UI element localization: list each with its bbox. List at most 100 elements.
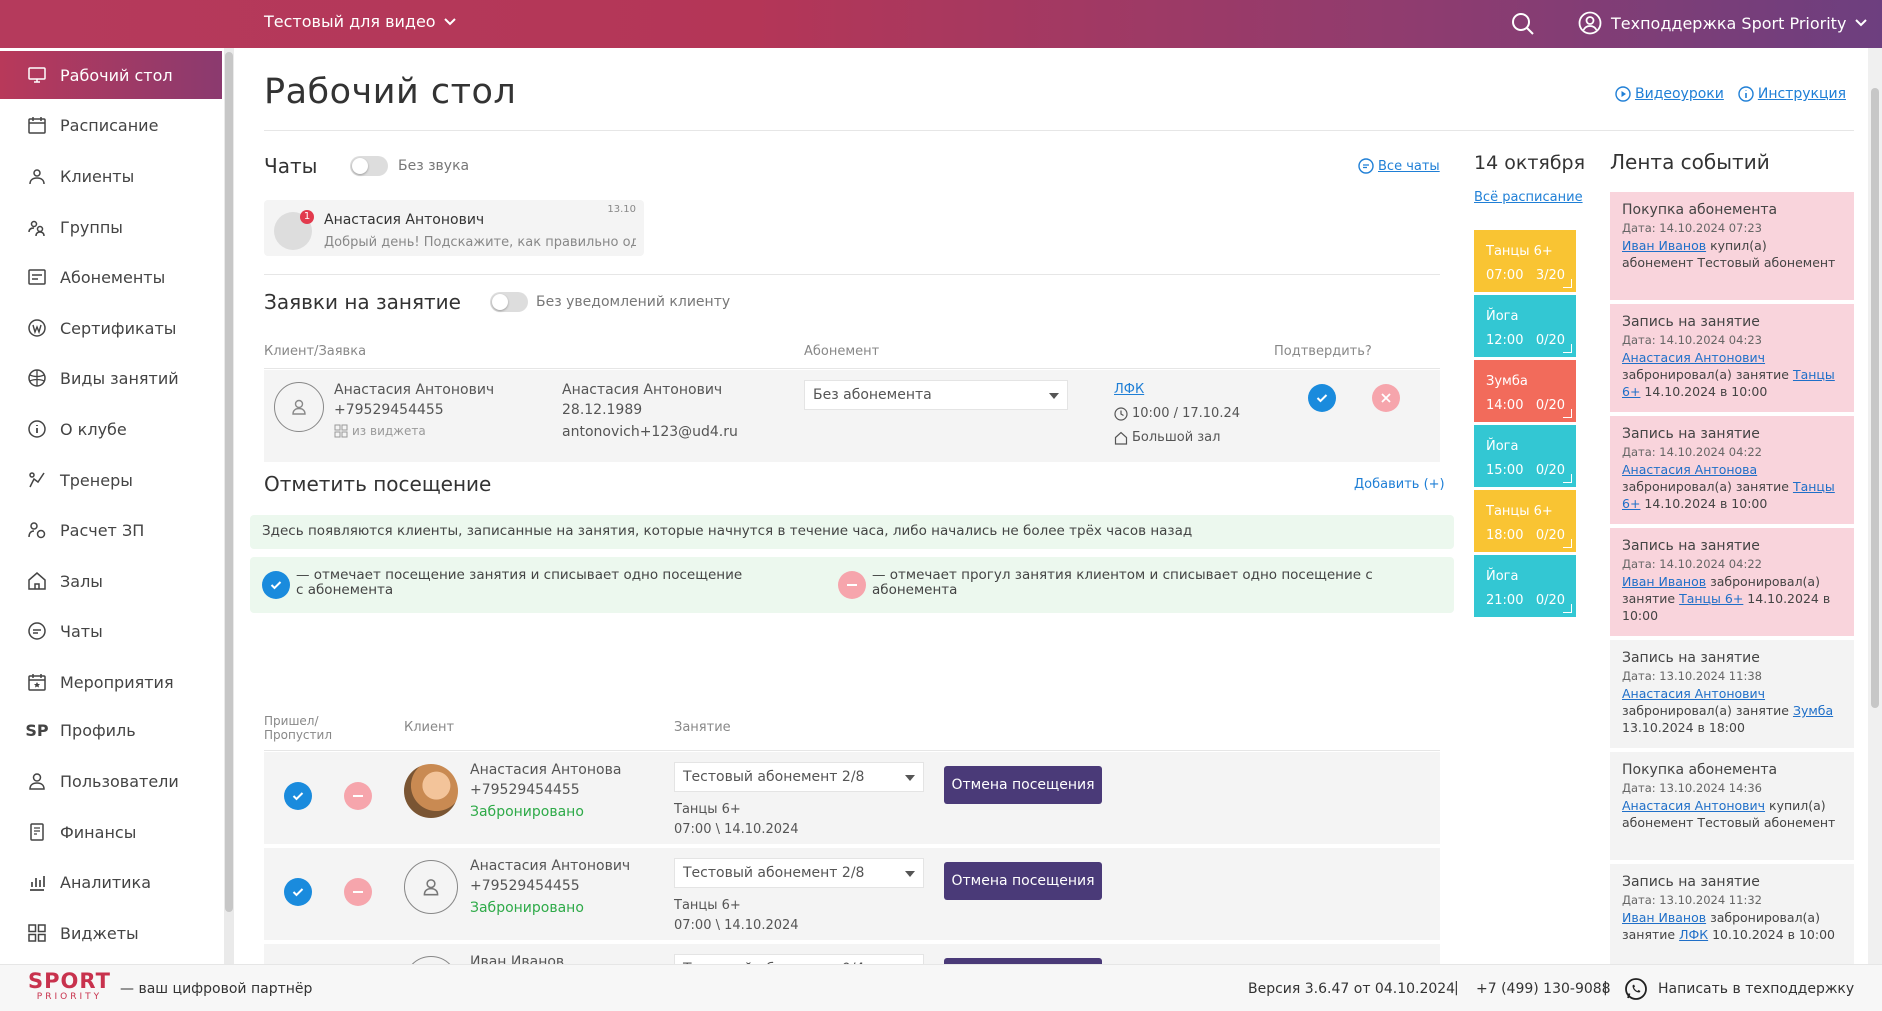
- sidebar-item-5[interactable]: Сертификаты: [0, 304, 222, 352]
- instruction-link[interactable]: Инструкция: [1738, 86, 1846, 102]
- event-client-link[interactable]: Иван Иванов: [1622, 910, 1706, 925]
- account-switcher[interactable]: Тестовый для видео: [264, 12, 456, 31]
- sidebar-item-label: Мероприятия: [60, 672, 174, 692]
- event-client-link[interactable]: Анастасия Антонович: [1622, 350, 1765, 365]
- event-client-link[interactable]: Анастасия Антонович: [1622, 798, 1765, 813]
- event-title: Покупка абонемента: [1622, 202, 1778, 218]
- sidebar-item-6[interactable]: Виды занятий: [0, 354, 222, 402]
- certificate-icon: [26, 317, 48, 339]
- schedule-slot[interactable]: Йога 12:00 0/20: [1474, 295, 1576, 357]
- close-icon: [1381, 393, 1391, 403]
- video-lessons-link[interactable]: Видеоуроки: [1615, 86, 1724, 102]
- attendance-title: Отметить посещение: [264, 472, 492, 496]
- sidebar: Рабочий стол Расписание Клиенты Группы Абоне…: [0, 48, 222, 964]
- clients-icon: [26, 165, 48, 187]
- requests-title: Заявки на занятие: [264, 290, 461, 314]
- info-icon: [26, 418, 48, 440]
- all-schedule-link[interactable]: Всё расписание: [1474, 190, 1583, 205]
- sidebar-item-17[interactable]: Виджеты: [0, 909, 222, 957]
- main-content: Рабочий стол Видеоуроки Инструкция Чаты …: [234, 48, 1860, 1011]
- event-title: Запись на занятие: [1622, 314, 1760, 330]
- cancel-attendance-button[interactable]: Отмена посещения: [944, 766, 1102, 804]
- schedule-slot[interactable]: Зумба 14:00 0/20: [1474, 360, 1576, 422]
- chat-card[interactable]: 1 Анастасия Антонович Добрый день! Подск…: [264, 200, 644, 256]
- class-time: 07:00 \ 14.10.2024: [674, 822, 799, 837]
- avatar: [404, 860, 458, 914]
- request-class-link[interactable]: ЛФК: [1114, 382, 1144, 397]
- sidebar-item-13[interactable]: SP Профиль: [0, 706, 222, 754]
- client-name: Анастасия Антонова: [470, 762, 622, 778]
- sport-priority-logo: SPORT PRIORITY: [28, 969, 111, 1002]
- event-title: Покупка абонемента: [1622, 762, 1778, 778]
- event-client-link[interactable]: Анастасия Антонович: [1622, 686, 1765, 701]
- sidebar-item-12[interactable]: Мероприятия: [0, 658, 222, 706]
- confirm-request-button[interactable]: [1308, 384, 1336, 412]
- minus-icon: [353, 891, 363, 893]
- sidebar-item-8[interactable]: Тренеры: [0, 456, 222, 504]
- event-class-link[interactable]: Зумба: [1793, 703, 1833, 718]
- sidebar-item-2[interactable]: Клиенты: [0, 152, 222, 200]
- sidebar-item-10[interactable]: Залы: [0, 557, 222, 605]
- sidebar-item-14[interactable]: Пользователи: [0, 757, 222, 805]
- subscription-icon: [26, 266, 48, 288]
- support-link[interactable]: Написать в техподдержку: [1624, 977, 1854, 1001]
- mark-attended-button[interactable]: [284, 782, 312, 810]
- slot-count: 0/20: [1535, 528, 1566, 543]
- unread-badge: 1: [300, 210, 314, 224]
- event-date: Дата: 14.10.2024 04:22: [1622, 445, 1762, 459]
- event-client-link[interactable]: Анастасия Антонова: [1622, 462, 1757, 477]
- chat-contact-name: Анастасия Антонович: [324, 212, 485, 228]
- schedule-slot[interactable]: Йога 21:00 0/20: [1474, 555, 1576, 617]
- add-attendance-link[interactable]: Добавить (+): [1354, 477, 1445, 492]
- user-menu[interactable]: Техподдержка Sport Priority: [1578, 11, 1868, 35]
- request-source: из виджета: [334, 424, 426, 438]
- event-client-link[interactable]: Иван Иванов: [1622, 574, 1706, 589]
- schedule-slot[interactable]: Танцы 6+ 07:00 3/20: [1474, 230, 1576, 292]
- schedule-slot[interactable]: Йога 15:00 0/20: [1474, 425, 1576, 487]
- footer-tagline: — ваш цифровой партнёр: [120, 981, 313, 997]
- event-class-link[interactable]: Танцы 6+: [1679, 591, 1743, 606]
- schedule-slot[interactable]: Танцы 6+ 18:00 0/20: [1474, 490, 1576, 552]
- mute-toggle[interactable]: [350, 156, 388, 176]
- check-legend-icon: [262, 571, 290, 599]
- sidebar-item-label: Чаты: [60, 621, 103, 641]
- table-row: Анастасия Антонович +79529454455 Заброниро…: [264, 848, 1440, 940]
- reject-request-button[interactable]: [1372, 384, 1400, 412]
- mark-attended-button[interactable]: [284, 878, 312, 906]
- client-phone: +79529454455: [470, 878, 580, 894]
- sidebar-item-label: Группы: [60, 217, 123, 237]
- sidebar-item-16[interactable]: Аналитика: [0, 858, 222, 906]
- sidebar-item-3[interactable]: Группы: [0, 203, 222, 251]
- footer-phone[interactable]: +7 (499) 130-9088: [1476, 981, 1611, 997]
- notify-toggle[interactable]: [490, 292, 528, 312]
- sidebar-item-9[interactable]: Расчет ЗП: [0, 506, 222, 554]
- main-scrollbar[interactable]: [1868, 48, 1882, 964]
- sidebar-item-11[interactable]: Чаты: [0, 607, 222, 655]
- cancel-attendance-button[interactable]: Отмена посещения: [944, 862, 1102, 900]
- sidebar-item-1[interactable]: Расписание: [0, 101, 222, 149]
- sidebar-item-4[interactable]: Абонементы: [0, 253, 222, 301]
- col-client-request: Клиент/Заявка: [264, 344, 367, 359]
- sidebar-item-label: Сертификаты: [60, 318, 177, 338]
- event-title: Запись на занятие: [1622, 650, 1760, 666]
- user-icon: [292, 399, 306, 415]
- sidebar-item-15[interactable]: Финансы: [0, 808, 222, 856]
- subscription-select[interactable]: Без абонемента: [804, 380, 1068, 410]
- sidebar-item-7[interactable]: О клубе: [0, 405, 222, 453]
- subscription-select[interactable]: Тестовый абонемент 2/8: [674, 762, 924, 792]
- event-client-link[interactable]: Иван Иванов: [1622, 238, 1706, 253]
- sidebar-item-0[interactable]: Рабочий стол: [0, 51, 222, 99]
- miss-legend-icon: [838, 571, 866, 599]
- search-icon[interactable]: [1510, 11, 1536, 37]
- all-chats-link[interactable]: Все чаты: [1358, 158, 1440, 174]
- sidebar-scrollbar[interactable]: [224, 48, 234, 964]
- home-icon: [1114, 431, 1128, 445]
- slot-count: 0/20: [1535, 593, 1566, 608]
- mark-missed-button[interactable]: [344, 878, 372, 906]
- event-class-link[interactable]: ЛФК: [1679, 927, 1708, 942]
- mark-missed-button[interactable]: [344, 782, 372, 810]
- feed-event: Запись на занятие Дата: 13.10.2024 11:32 И…: [1610, 864, 1854, 964]
- subscription-select[interactable]: Тестовый абонемент 2/8: [674, 858, 924, 888]
- slot-time: 21:00: [1486, 593, 1524, 608]
- events-icon: [26, 671, 48, 693]
